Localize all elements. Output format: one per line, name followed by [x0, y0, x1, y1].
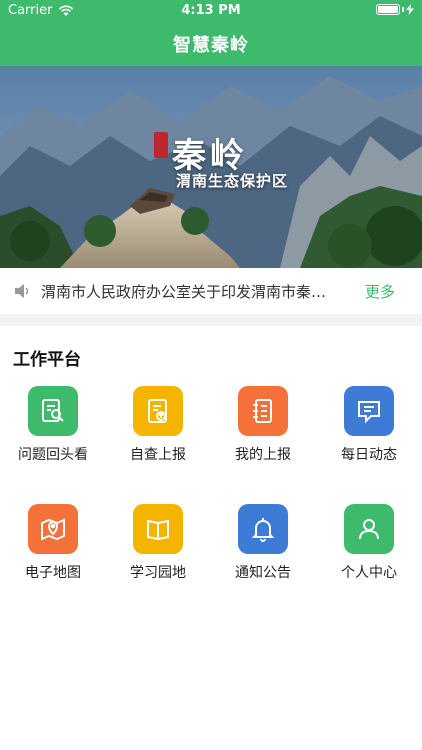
- banner-carousel[interactable]: 秦岭 渭南生态保护区: [0, 66, 422, 268]
- banner-subtitle: 渭南生态保护区: [176, 172, 289, 190]
- page-title: 智慧秦岭: [173, 35, 249, 56]
- grid-item-study-area[interactable]: 学习园地: [110, 504, 206, 582]
- grid-item-my-reports[interactable]: 我的上报: [215, 386, 311, 464]
- grid-item-e-map[interactable]: 电子地图: [5, 504, 101, 582]
- grid-item-issue-review[interactable]: 问题回头看: [5, 386, 101, 464]
- search-document-icon: [28, 386, 78, 436]
- seal-stamp: [154, 132, 168, 158]
- bell-icon: [238, 504, 288, 554]
- grid-item-daily-news[interactable]: 每日动态: [321, 386, 417, 464]
- battery-icon: [376, 4, 414, 15]
- upload-document-icon: [133, 386, 183, 436]
- grid-item-personal-center[interactable]: 个人中心: [321, 504, 417, 582]
- section-divider: [0, 314, 422, 326]
- notice-bar[interactable]: 渭南市人民政府办公室关于印发渭南市秦岭生态环境保护 更多: [0, 268, 422, 314]
- status-bar: Carrier 4:13 PM: [0, 0, 422, 22]
- map-pin-icon: [28, 504, 78, 554]
- grid-label: 我的上报: [235, 447, 291, 463]
- grid-label: 电子地图: [25, 565, 81, 581]
- book-icon: [133, 504, 183, 554]
- notice-headline[interactable]: 渭南市人民政府办公室关于印发渭南市秦岭生态环境保护: [41, 281, 341, 302]
- section-title: 工作平台: [13, 350, 81, 370]
- grid-label: 学习园地: [130, 565, 186, 581]
- grid-item-self-check-report[interactable]: 自查上报: [110, 386, 206, 464]
- app-header: Carrier 4:13 PM 智慧秦岭: [0, 0, 422, 66]
- clock: 4:13 PM: [181, 3, 241, 18]
- message-icon: [344, 386, 394, 436]
- more-link[interactable]: 更多: [365, 281, 395, 302]
- notebook-icon: [238, 386, 288, 436]
- grid-label: 通知公告: [235, 565, 291, 581]
- grid-label: 每日动态: [341, 447, 397, 463]
- speaker-icon: [15, 284, 29, 298]
- charging-icon: [406, 4, 414, 15]
- grid-label: 个人中心: [341, 565, 397, 581]
- user-icon: [344, 504, 394, 554]
- grid-label: 问题回头看: [18, 447, 88, 463]
- grid-label: 自查上报: [130, 447, 186, 463]
- grid-item-announcements[interactable]: 通知公告: [215, 504, 311, 582]
